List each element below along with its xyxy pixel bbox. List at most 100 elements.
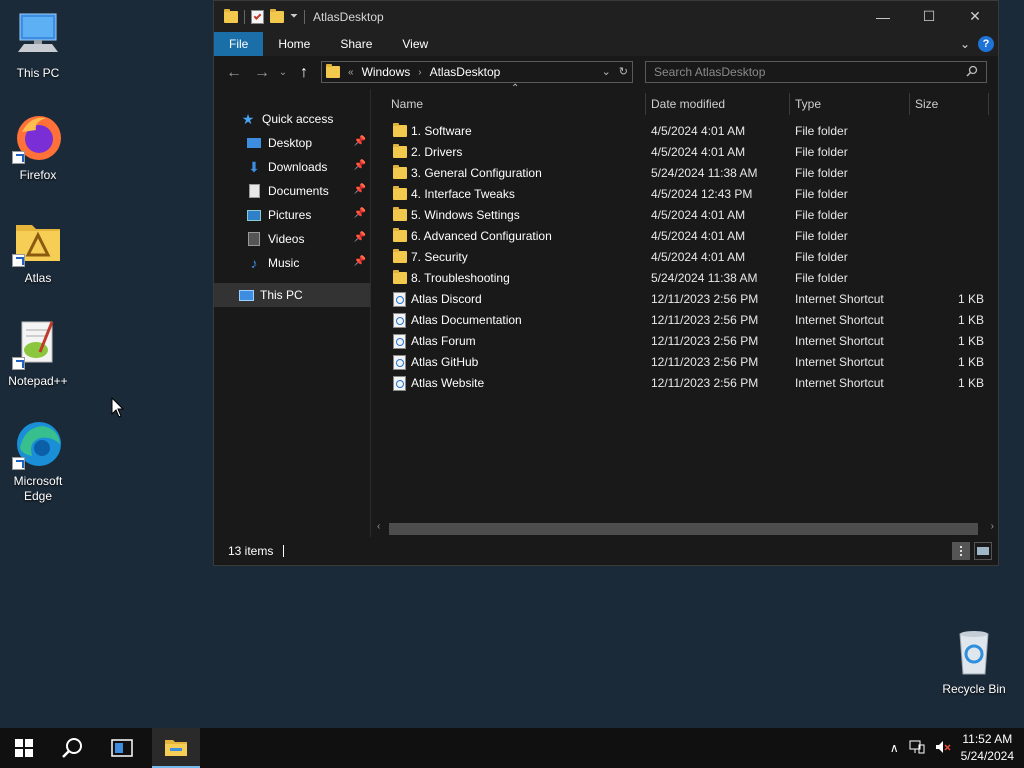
show-hidden-icons-icon[interactable]: ∧ bbox=[890, 741, 899, 755]
divider[interactable] bbox=[789, 93, 790, 115]
nav-pictures[interactable]: Pictures 📌 bbox=[214, 203, 370, 227]
table-row[interactable]: 2. Drivers 4/5/2024 4:01 AM File folder bbox=[371, 142, 998, 163]
refresh-icon[interactable]: ↻ bbox=[619, 65, 628, 78]
quick-access-toolbar: ⏷ bbox=[214, 8, 305, 24]
table-row[interactable]: Atlas Documentation 12/11/2023 2:56 PM I… bbox=[371, 310, 998, 331]
table-row[interactable]: Atlas Forum 12/11/2023 2:56 PM Internet … bbox=[371, 331, 998, 352]
scroll-right-icon[interactable]: › bbox=[991, 521, 994, 532]
tab-home[interactable]: Home bbox=[263, 32, 325, 56]
table-row[interactable]: Atlas Discord 12/11/2023 2:56 PM Interne… bbox=[371, 289, 998, 310]
start-button[interactable] bbox=[0, 728, 48, 768]
network-icon[interactable] bbox=[909, 740, 925, 757]
breadcrumb-windows[interactable]: Windows bbox=[362, 65, 411, 79]
table-row[interactable]: 4. Interface Tweaks 4/5/2024 12:43 PM Fi… bbox=[371, 184, 998, 205]
desktop-icon-label: Atlas bbox=[24, 271, 52, 285]
file-rows: 1. Software 4/5/2024 4:01 AM File folder… bbox=[371, 121, 998, 394]
volume-muted-icon[interactable] bbox=[935, 740, 951, 757]
properties-icon[interactable] bbox=[251, 9, 264, 24]
table-row[interactable]: Atlas GitHub 12/11/2023 2:56 PM Internet… bbox=[371, 352, 998, 373]
table-row[interactable]: 7. Security 4/5/2024 4:01 AM File folder bbox=[371, 247, 998, 268]
table-row[interactable]: 5. Windows Settings 4/5/2024 4:01 AM Fil… bbox=[371, 205, 998, 226]
nav-downloads[interactable]: ⬇ Downloads 📌 bbox=[214, 155, 370, 179]
table-row[interactable]: 6. Advanced Configuration 4/5/2024 4:01 … bbox=[371, 226, 998, 247]
expand-ribbon-icon[interactable]: ⌄ bbox=[960, 37, 970, 51]
column-name[interactable]: Name bbox=[391, 89, 423, 119]
clock[interactable]: 11:52 AM 5/24/2024 bbox=[961, 731, 1014, 765]
table-row[interactable]: 1. Software 4/5/2024 4:01 AM File folder bbox=[371, 121, 998, 142]
minimize-button[interactable]: — bbox=[860, 1, 906, 32]
desktop-icon-this-pc[interactable]: This PC bbox=[0, 10, 76, 81]
nav-quick-access[interactable]: ★ Quick access bbox=[214, 107, 370, 131]
nav-item-label: Pictures bbox=[268, 208, 312, 222]
tab-view[interactable]: View bbox=[387, 32, 443, 56]
desktop-icon-microsoft-edge[interactable]: Microsoft Edge bbox=[0, 418, 76, 504]
pin-icon[interactable]: 📌 bbox=[354, 160, 366, 171]
nav-music[interactable]: ♪ Music 📌 bbox=[214, 251, 370, 275]
divider[interactable] bbox=[988, 93, 989, 115]
desktop-icon-recycle-bin[interactable]: Recycle Bin bbox=[936, 626, 1012, 697]
address-bar[interactable]: « Windows › AtlasDesktop ⌄ ↻ bbox=[321, 61, 633, 83]
large-icons-view-icon[interactable] bbox=[974, 542, 992, 560]
new-folder-icon[interactable] bbox=[270, 8, 284, 23]
desktop-icon-atlas[interactable]: Atlas bbox=[0, 215, 76, 286]
close-button[interactable]: ✕ bbox=[952, 1, 998, 32]
horizontal-scrollbar[interactable]: ‹ › bbox=[371, 520, 998, 537]
nav-item-label: Videos bbox=[268, 232, 305, 246]
nav-this-pc[interactable]: This PC bbox=[214, 283, 370, 307]
nav-documents[interactable]: Documents 📌 bbox=[214, 179, 370, 203]
pin-icon[interactable]: 📌 bbox=[354, 136, 366, 147]
forward-button[interactable]: → bbox=[248, 64, 276, 82]
file-explorer-icon bbox=[165, 740, 187, 756]
title-bar[interactable]: ⏷ AtlasDesktop — ☐ ✕ bbox=[214, 1, 998, 32]
address-overflow[interactable]: « bbox=[348, 67, 354, 78]
task-view-button[interactable] bbox=[98, 728, 146, 768]
folder-icon bbox=[393, 228, 407, 242]
window-title: AtlasDesktop bbox=[313, 9, 384, 24]
recent-locations-button[interactable]: ⌄ bbox=[276, 67, 290, 78]
table-row[interactable]: 3. General Configuration 5/24/2024 11:38… bbox=[371, 163, 998, 184]
shortcut-arrow-icon bbox=[12, 457, 25, 470]
tab-share[interactable]: Share bbox=[325, 32, 387, 56]
details-view-icon[interactable] bbox=[952, 542, 970, 560]
column-date-modified[interactable]: Date modified bbox=[651, 89, 725, 119]
maximize-button[interactable]: ☐ bbox=[906, 1, 952, 32]
file-explorer-window[interactable]: ⏷ AtlasDesktop — ☐ ✕ File Home Share Vie… bbox=[213, 0, 999, 566]
divider[interactable] bbox=[909, 93, 910, 115]
file-type: File folder bbox=[795, 145, 848, 159]
help-icon[interactable]: ? bbox=[978, 36, 994, 52]
file-date: 12/11/2023 2:56 PM bbox=[651, 292, 759, 306]
breadcrumb-atlasdesktop[interactable]: AtlasDesktop bbox=[430, 65, 501, 79]
column-size[interactable]: Size bbox=[915, 89, 938, 119]
file-size: 1 KB bbox=[957, 376, 984, 390]
folder-icon bbox=[224, 8, 238, 23]
customize-toolbar-icon[interactable]: ⏷ bbox=[290, 11, 298, 22]
nav-desktop[interactable]: Desktop 📌 bbox=[214, 131, 370, 155]
search-box[interactable]: Search AtlasDesktop bbox=[645, 61, 987, 83]
table-row[interactable]: Atlas Website 12/11/2023 2:56 PM Interne… bbox=[371, 373, 998, 394]
nav-videos[interactable]: Videos 📌 bbox=[214, 227, 370, 251]
pin-icon[interactable]: 📌 bbox=[354, 184, 366, 195]
table-row[interactable]: 8. Troubleshooting 5/24/2024 11:38 AM Fi… bbox=[371, 268, 998, 289]
up-button[interactable]: ↑ bbox=[290, 64, 318, 82]
desktop-icon-notepad-plus-plus[interactable]: Notepad++ bbox=[0, 318, 76, 389]
back-button[interactable]: ← bbox=[220, 64, 248, 82]
file-name: 1. Software bbox=[411, 124, 472, 138]
desktop-icon-firefox[interactable]: Firefox bbox=[0, 112, 76, 183]
column-type[interactable]: Type bbox=[795, 89, 821, 119]
file-explorer-taskbar-button[interactable] bbox=[152, 728, 200, 768]
pin-icon[interactable]: 📌 bbox=[354, 256, 366, 267]
divider[interactable] bbox=[645, 93, 646, 115]
pin-icon[interactable]: 📌 bbox=[354, 232, 366, 243]
nav-item-label: Downloads bbox=[268, 160, 328, 174]
breadcrumb-separator[interactable]: › bbox=[418, 67, 421, 78]
pin-icon[interactable]: 📌 bbox=[354, 208, 366, 219]
scroll-left-icon[interactable]: ‹ bbox=[377, 521, 380, 532]
search-input[interactable]: Search AtlasDesktop bbox=[654, 65, 765, 79]
tab-file[interactable]: File bbox=[214, 32, 264, 56]
folder-icon bbox=[393, 207, 407, 221]
search-button[interactable] bbox=[48, 728, 96, 768]
file-size: 1 KB bbox=[957, 313, 984, 327]
search-icon[interactable] bbox=[966, 65, 978, 80]
scrollbar-thumb[interactable] bbox=[389, 523, 978, 535]
address-dropdown-icon[interactable]: ⌄ bbox=[602, 65, 611, 78]
